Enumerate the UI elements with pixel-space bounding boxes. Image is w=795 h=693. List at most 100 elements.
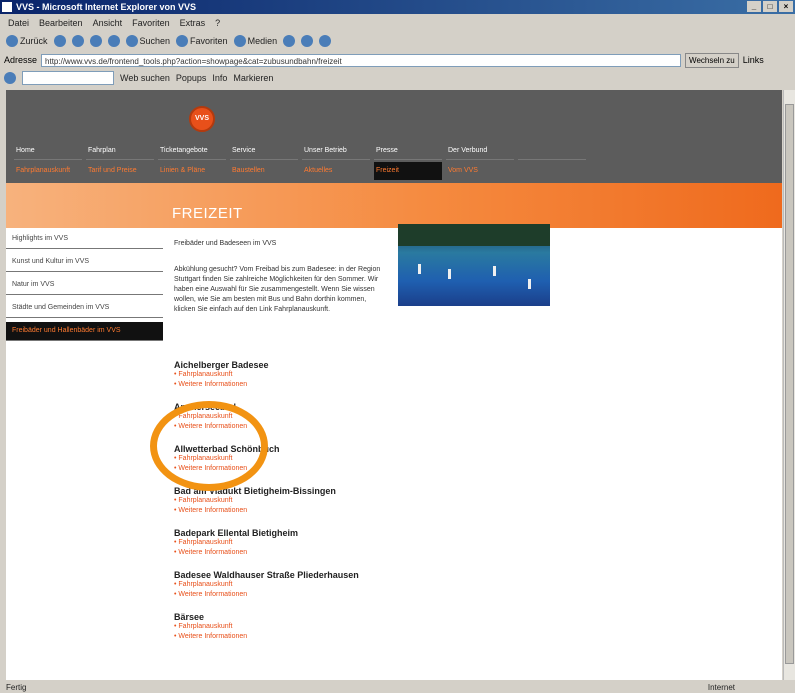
google-icon xyxy=(4,72,16,84)
close-button[interactable]: × xyxy=(779,1,793,12)
orange-banner xyxy=(6,183,782,228)
page-viewport: VVS Home Fahrplan Ticketangebote Service… xyxy=(6,90,782,680)
nav-top-item[interactable]: Ticketangebote xyxy=(158,142,226,160)
sidebar-item[interactable]: Highlights im VVS xyxy=(6,230,163,249)
forward-arrow-icon[interactable] xyxy=(53,35,66,47)
maximize-button[interactable]: □ xyxy=(763,1,777,12)
scrollbar-thumb[interactable] xyxy=(785,104,794,664)
go-button[interactable]: Wechseln zu xyxy=(685,52,739,68)
nav-sub-item[interactable]: Fahrplanauskunft xyxy=(14,162,82,180)
status-bar: Fertig Internet xyxy=(0,682,795,693)
address-bar: Adresse http://www.vvs.de/frontend_tools… xyxy=(0,52,795,68)
nav-top-item[interactable]: Fahrplan xyxy=(86,142,154,160)
status-text: Fertig xyxy=(6,683,27,692)
menu-tools[interactable]: Extras xyxy=(180,16,206,30)
intro-heading: Freibäder und Badeseen im VVS xyxy=(174,240,277,247)
photo-detail xyxy=(493,266,496,276)
search-button[interactable]: Suchen xyxy=(125,35,170,47)
timetable-link[interactable]: • Fahrplanauskunft xyxy=(174,580,389,590)
browser-toolbar: Zurück Suchen Favoriten Medien xyxy=(0,32,795,50)
menu-edit[interactable]: Bearbeiten xyxy=(39,16,83,30)
back-button[interactable]: Zurück xyxy=(6,35,48,47)
nav-sub-item-active[interactable]: Freizeit xyxy=(374,162,442,180)
nav-sub-item[interactable]: Aktuelles xyxy=(302,162,370,180)
address-input[interactable]: http://www.vvs.de/frontend_tools.php?act… xyxy=(41,53,682,67)
window-title: VVS - Microsoft Internet Explorer von VV… xyxy=(16,2,197,12)
pool-name: Badesee Waldhauser Straße Pliederhausen xyxy=(174,570,359,580)
stop-icon[interactable] xyxy=(71,35,84,47)
swimming-pool-photo xyxy=(398,224,550,306)
pool-name: Badepark Ellental Bietigheim xyxy=(174,528,299,538)
timetable-link[interactable]: • Fahrplanauskunft xyxy=(174,538,389,548)
photo-detail xyxy=(528,279,531,289)
address-label: Adresse xyxy=(4,55,38,65)
menu-file[interactable]: Datei xyxy=(8,16,29,30)
highlight-button[interactable]: Markieren xyxy=(233,73,273,83)
nav-top-item[interactable]: Service xyxy=(230,142,298,160)
popup-blocker-button[interactable]: Popups xyxy=(176,73,207,83)
vertical-scrollbar[interactable] xyxy=(783,90,795,680)
toolbar-search-input[interactable] xyxy=(22,71,114,85)
links-toolbar: Web suchen Popups Info Markieren xyxy=(0,70,795,86)
menu-help[interactable]: ? xyxy=(215,16,220,30)
web-search-button[interactable]: Web suchen xyxy=(120,73,170,83)
sidebar-nav: Highlights im VVS Kunst und Kultur im VV… xyxy=(6,230,163,345)
sidebar-item-active[interactable]: Freibäder und Hallenbäder im VVS xyxy=(6,322,163,341)
links-label[interactable]: Links xyxy=(743,55,764,65)
favorites-button[interactable]: Favoriten xyxy=(176,35,228,47)
sidebar-item[interactable]: Natur im VVS xyxy=(6,276,163,295)
pool-entry: Bärsee • Fahrplanauskunft • Weitere Info… xyxy=(174,612,389,642)
site-header: VVS Home Fahrplan Ticketangebote Service… xyxy=(6,90,782,183)
sidebar-item[interactable]: Kunst und Kultur im VVS xyxy=(6,253,163,272)
window-controls: _ □ × xyxy=(747,1,793,12)
menu-favorites[interactable]: Favoriten xyxy=(132,16,170,30)
media-button[interactable]: Medien xyxy=(233,35,277,47)
page-title: FREIZEIT xyxy=(172,205,243,222)
pool-name: Bärsee xyxy=(174,612,205,622)
menu-bar: Datei Bearbeiten Ansicht Favoriten Extra… xyxy=(0,16,795,30)
history-icon[interactable] xyxy=(283,35,296,47)
photo-detail xyxy=(448,269,451,279)
window-titlebar[interactable]: VVS - Microsoft Internet Explorer von VV… xyxy=(0,0,795,14)
pool-entry: Aichelberger Badesee • Fahrplanauskunft … xyxy=(174,360,389,390)
timetable-link[interactable]: • Fahrplanauskunft xyxy=(174,496,389,506)
nav-sub-item[interactable]: Tarif und Preise xyxy=(86,162,154,180)
highlight-circle-annotation xyxy=(150,401,268,491)
nav-sub-item[interactable]: Baustellen xyxy=(230,162,298,180)
main-navigation: Home Fahrplan Ticketangebote Service Uns… xyxy=(14,142,586,180)
pool-entry: Badepark Ellental Bietigheim • Fahrplana… xyxy=(174,528,389,558)
nav-sub-item[interactable] xyxy=(518,162,586,180)
refresh-icon[interactable] xyxy=(89,35,102,47)
photo-trees xyxy=(398,224,550,246)
info-button[interactable]: Info xyxy=(212,73,227,83)
nav-top-item[interactable]: Der Verbund xyxy=(446,142,514,160)
info-link[interactable]: • Weitere Informationen xyxy=(174,632,389,642)
nav-top-item[interactable]: Home xyxy=(14,142,82,160)
home-icon[interactable] xyxy=(107,35,120,47)
timetable-link[interactable]: • Fahrplanauskunft xyxy=(174,622,389,632)
photo-detail xyxy=(418,264,421,274)
nav-top-item[interactable] xyxy=(518,142,586,160)
main-content: Freibäder und Badeseen im VVS Abkühlung … xyxy=(174,240,389,315)
info-link[interactable]: • Weitere Informationen xyxy=(174,590,389,600)
intro-text: Abkühlung gesucht? Vom Freibad bis zum B… xyxy=(174,266,381,313)
nav-top-item[interactable]: Unser Betrieb xyxy=(302,142,370,160)
sidebar-item[interactable]: Städte und Gemeinden im VVS xyxy=(6,299,163,318)
info-link[interactable]: • Weitere Informationen xyxy=(174,506,389,516)
nav-sub-item[interactable]: Vom VVS xyxy=(446,162,514,180)
timetable-link[interactable]: • Fahrplanauskunft xyxy=(174,370,389,380)
mail-icon[interactable] xyxy=(301,35,314,47)
info-link[interactable]: • Weitere Informationen xyxy=(174,380,389,390)
info-link[interactable]: • Weitere Informationen xyxy=(174,548,389,558)
minimize-button[interactable]: _ xyxy=(747,1,761,12)
menu-view[interactable]: Ansicht xyxy=(93,16,123,30)
nav-sub-item[interactable]: Linien & Pläne xyxy=(158,162,226,180)
back-arrow-icon xyxy=(6,35,18,47)
pool-entry: Badesee Waldhauser Straße Pliederhausen … xyxy=(174,570,389,600)
print-icon[interactable] xyxy=(319,35,332,47)
security-zone: Internet xyxy=(707,683,735,692)
pool-name: Aichelberger Badesee xyxy=(174,360,269,370)
nav-top-item[interactable]: Presse xyxy=(374,142,442,160)
search-icon xyxy=(125,35,138,47)
vvs-logo[interactable]: VVS xyxy=(189,106,215,132)
